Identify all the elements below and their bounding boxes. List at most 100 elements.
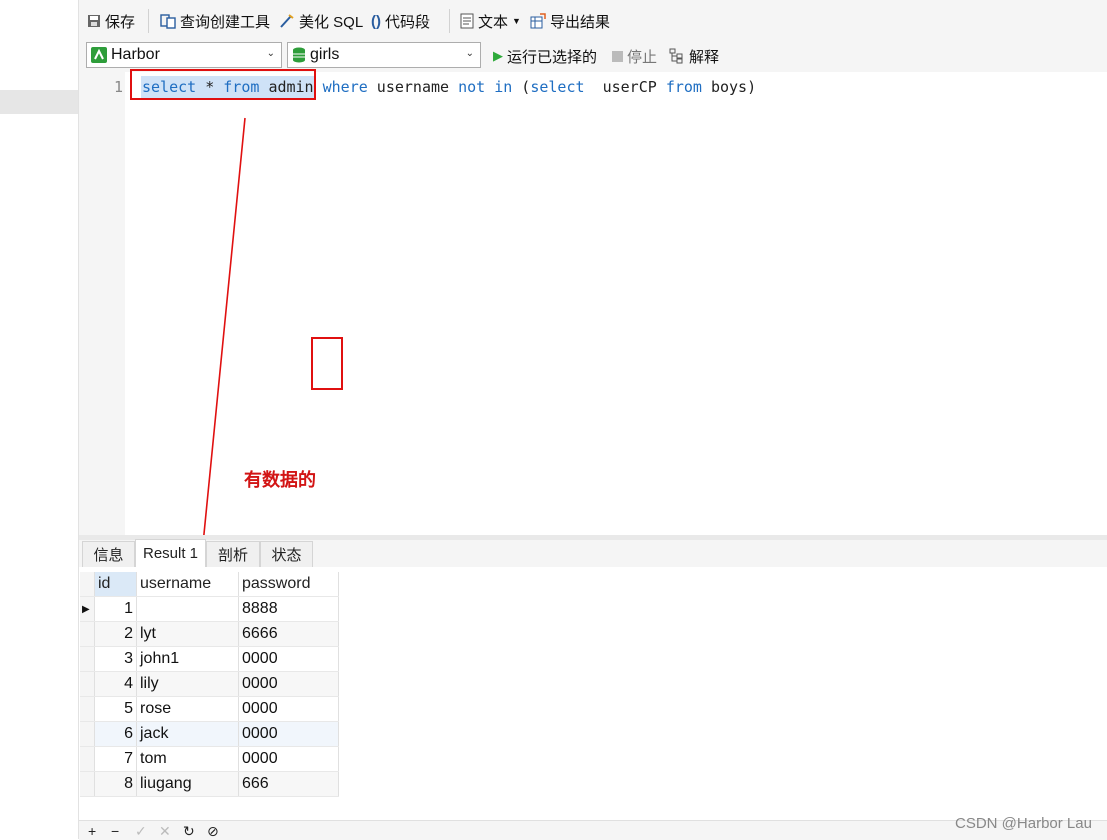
database-value: girls (310, 46, 340, 63)
export-results-label: 导出结果 (550, 13, 611, 31)
table-row[interactable]: 6 jack 0000 (80, 721, 339, 747)
cell-password[interactable]: 0000 (238, 696, 339, 722)
explain-button[interactable]: 解释 (669, 45, 719, 67)
cell-id[interactable]: 3 (94, 646, 137, 672)
cell-username[interactable] (136, 596, 239, 622)
database-select[interactable]: girls ⌄ (287, 42, 481, 68)
tab-info[interactable]: 信息 (82, 541, 135, 567)
cell-password[interactable]: 666 (238, 771, 339, 797)
tab-label: Result 1 (142, 545, 199, 562)
cell-username[interactable]: liugang (136, 771, 239, 797)
table-row[interactable]: 2 lyt 6666 (80, 621, 339, 647)
left-panel (0, 0, 79, 839)
table-row[interactable]: 7 tom 0000 (80, 746, 339, 772)
table-row[interactable]: 3 john1 0000 (80, 646, 339, 672)
cell-id[interactable]: 1 (94, 596, 137, 622)
sql-keyword: not (458, 78, 486, 96)
query-builder-label: 查询创建工具 (180, 13, 271, 31)
cell-password[interactable]: 0000 (238, 646, 339, 672)
annotation-box (311, 337, 343, 390)
row-marker-header (80, 572, 95, 597)
connection-select[interactable]: Harbor ⌄ (86, 42, 282, 68)
cell-id[interactable]: 4 (94, 671, 137, 697)
connection-icon (91, 47, 107, 63)
row-marker (80, 671, 95, 697)
cell-username[interactable]: lily (136, 671, 239, 697)
refresh-icon[interactable]: ↻ (183, 823, 195, 840)
cell-id[interactable]: 2 (94, 621, 137, 647)
cell-username[interactable]: john1 (136, 646, 239, 672)
stop-query-icon[interactable]: ⊘ (207, 823, 219, 840)
tab-status[interactable]: 状态 (260, 541, 313, 567)
row-marker (80, 771, 95, 797)
cell-username[interactable]: rose (136, 696, 239, 722)
cell-id[interactable]: 5 (94, 696, 137, 722)
cell-id[interactable]: 6 (94, 721, 137, 747)
run-selected-button[interactable]: ▶ 运行已选择的 (493, 45, 597, 67)
run-selected-label: 运行已选择的 (507, 48, 598, 66)
tab-profile[interactable]: 剖析 (206, 541, 260, 567)
beautify-sql-button[interactable]: 美化 SQL (279, 10, 363, 32)
results-grid[interactable]: id username password ▶ 1 8888 2 lyt 6666 3 john… (80, 572, 339, 797)
cell-username[interactable]: tom (136, 746, 239, 772)
apply-changes-icon[interactable]: ✓ (135, 823, 147, 840)
stop-icon (612, 50, 623, 62)
tab-result-1[interactable]: Result 1 (135, 539, 206, 567)
code-snippet-button[interactable]: () 代码段 (371, 10, 430, 32)
column-header-id[interactable]: id (94, 572, 137, 597)
cell-password[interactable]: 0000 (238, 746, 339, 772)
export-results-button[interactable]: 导出结果 (530, 10, 610, 32)
column-header-password[interactable]: password (238, 572, 339, 597)
cell-username[interactable]: jack (136, 721, 239, 747)
cell-password[interactable]: 8888 (238, 596, 339, 622)
cell-username[interactable]: lyt (136, 621, 239, 647)
save-button[interactable]: 保存 (87, 10, 135, 32)
sql-editor[interactable] (79, 72, 1107, 535)
discard-changes-icon[interactable]: ✕ (159, 823, 171, 840)
row-marker (80, 646, 95, 672)
row-marker (80, 696, 95, 722)
annotation-text: 有数据的 (244, 470, 316, 491)
cell-id[interactable]: 8 (94, 771, 137, 797)
sql-text: username (367, 78, 459, 96)
sql-keyword: in (494, 78, 513, 96)
code-rest: where username not in (select userCP fro… (314, 78, 757, 96)
sql-keyword: where (322, 78, 368, 96)
left-panel-selected-item[interactable] (0, 90, 78, 114)
database-icon (293, 47, 305, 63)
row-marker (80, 746, 95, 772)
row-marker (80, 621, 95, 647)
current-row-indicator-icon: ▶ (80, 596, 95, 622)
stop-label: 停止 (627, 48, 658, 66)
table-row[interactable]: 5 rose 0000 (80, 696, 339, 722)
tab-label: 信息 (93, 547, 124, 564)
play-icon: ▶ (493, 48, 503, 63)
tab-label: 剖析 (217, 547, 248, 564)
table-row[interactable]: 8 liugang 666 (80, 771, 339, 797)
query-builder-button[interactable]: 查询创建工具 (160, 10, 270, 32)
stop-button[interactable]: 停止 (612, 45, 657, 67)
table-row[interactable]: 4 lily 0000 (80, 671, 339, 697)
save-icon (88, 15, 100, 27)
watermark: CSDN @Harbor Lau (955, 815, 1092, 832)
text-menu-button[interactable]: 文本 ▼ (460, 10, 521, 32)
line-gutter (79, 72, 125, 535)
cell-password[interactable]: 6666 (238, 621, 339, 647)
chevron-down-icon: ⌄ (266, 48, 275, 59)
sql-text: boys) (701, 78, 757, 96)
query-builder-icon (160, 14, 176, 29)
add-record-icon[interactable]: + (88, 823, 96, 839)
sql-text: userCP (584, 78, 666, 96)
cell-id[interactable]: 7 (94, 746, 137, 772)
cell-password[interactable]: 0000 (238, 671, 339, 697)
export-icon (530, 13, 546, 29)
save-label: 保存 (105, 13, 136, 31)
code-snippet-icon: () (371, 12, 381, 30)
delete-record-icon[interactable]: − (111, 823, 119, 839)
column-header-username[interactable]: username (136, 572, 239, 597)
table-row[interactable]: ▶ 1 8888 (80, 596, 339, 622)
cell-password[interactable]: 0000 (238, 721, 339, 747)
sql-keyword: from (665, 78, 702, 96)
line-number: 1 (113, 78, 123, 96)
